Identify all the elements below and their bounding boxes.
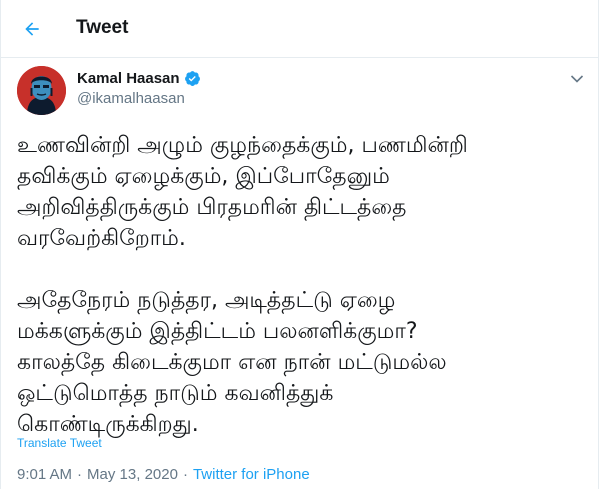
tweet-time[interactable]: 9:01 AM <box>17 466 72 483</box>
author-name-label: Kamal Haasan <box>77 70 180 87</box>
translate-tweet-link[interactable]: Translate Tweet <box>17 436 102 450</box>
tweet-source-link[interactable]: Twitter for iPhone <box>193 466 310 483</box>
meta-separator: · <box>77 466 83 483</box>
tweet-paragraph: உணவின்றி அழும் குழந்தைக்கும், பணமின்றி த… <box>17 133 468 251</box>
chevron-down-icon <box>570 74 584 84</box>
meta-separator: · <box>182 466 188 483</box>
tweet-date[interactable]: May 13, 2020 <box>87 466 178 483</box>
tweet-meta: 9:01 AM · May 13, 2020 · Twitter for iPh… <box>17 466 310 483</box>
tweet-page: Tweet Kamal Haasan @ikamalhaasan உணவின்ற… <box>0 0 599 489</box>
back-button[interactable] <box>15 12 49 46</box>
author-handle[interactable]: @ikamalhaasan <box>77 90 185 107</box>
tweet-header: Tweet <box>1 0 598 58</box>
tweet-text: உணவின்றி அழும் குழந்தைக்கும், பணமின்றி த… <box>17 130 587 440</box>
avatar[interactable] <box>17 66 66 115</box>
tweet-more-button[interactable] <box>567 70 587 88</box>
author-name[interactable]: Kamal Haasan <box>77 70 201 87</box>
page-title: Tweet <box>76 17 129 38</box>
arrow-left-icon <box>22 19 42 39</box>
tweet-paragraph: அதேநேரம் நடுத்தர, அடித்தட்டு ஏழை மக்களுக… <box>17 288 447 437</box>
verified-badge-icon <box>184 70 201 87</box>
